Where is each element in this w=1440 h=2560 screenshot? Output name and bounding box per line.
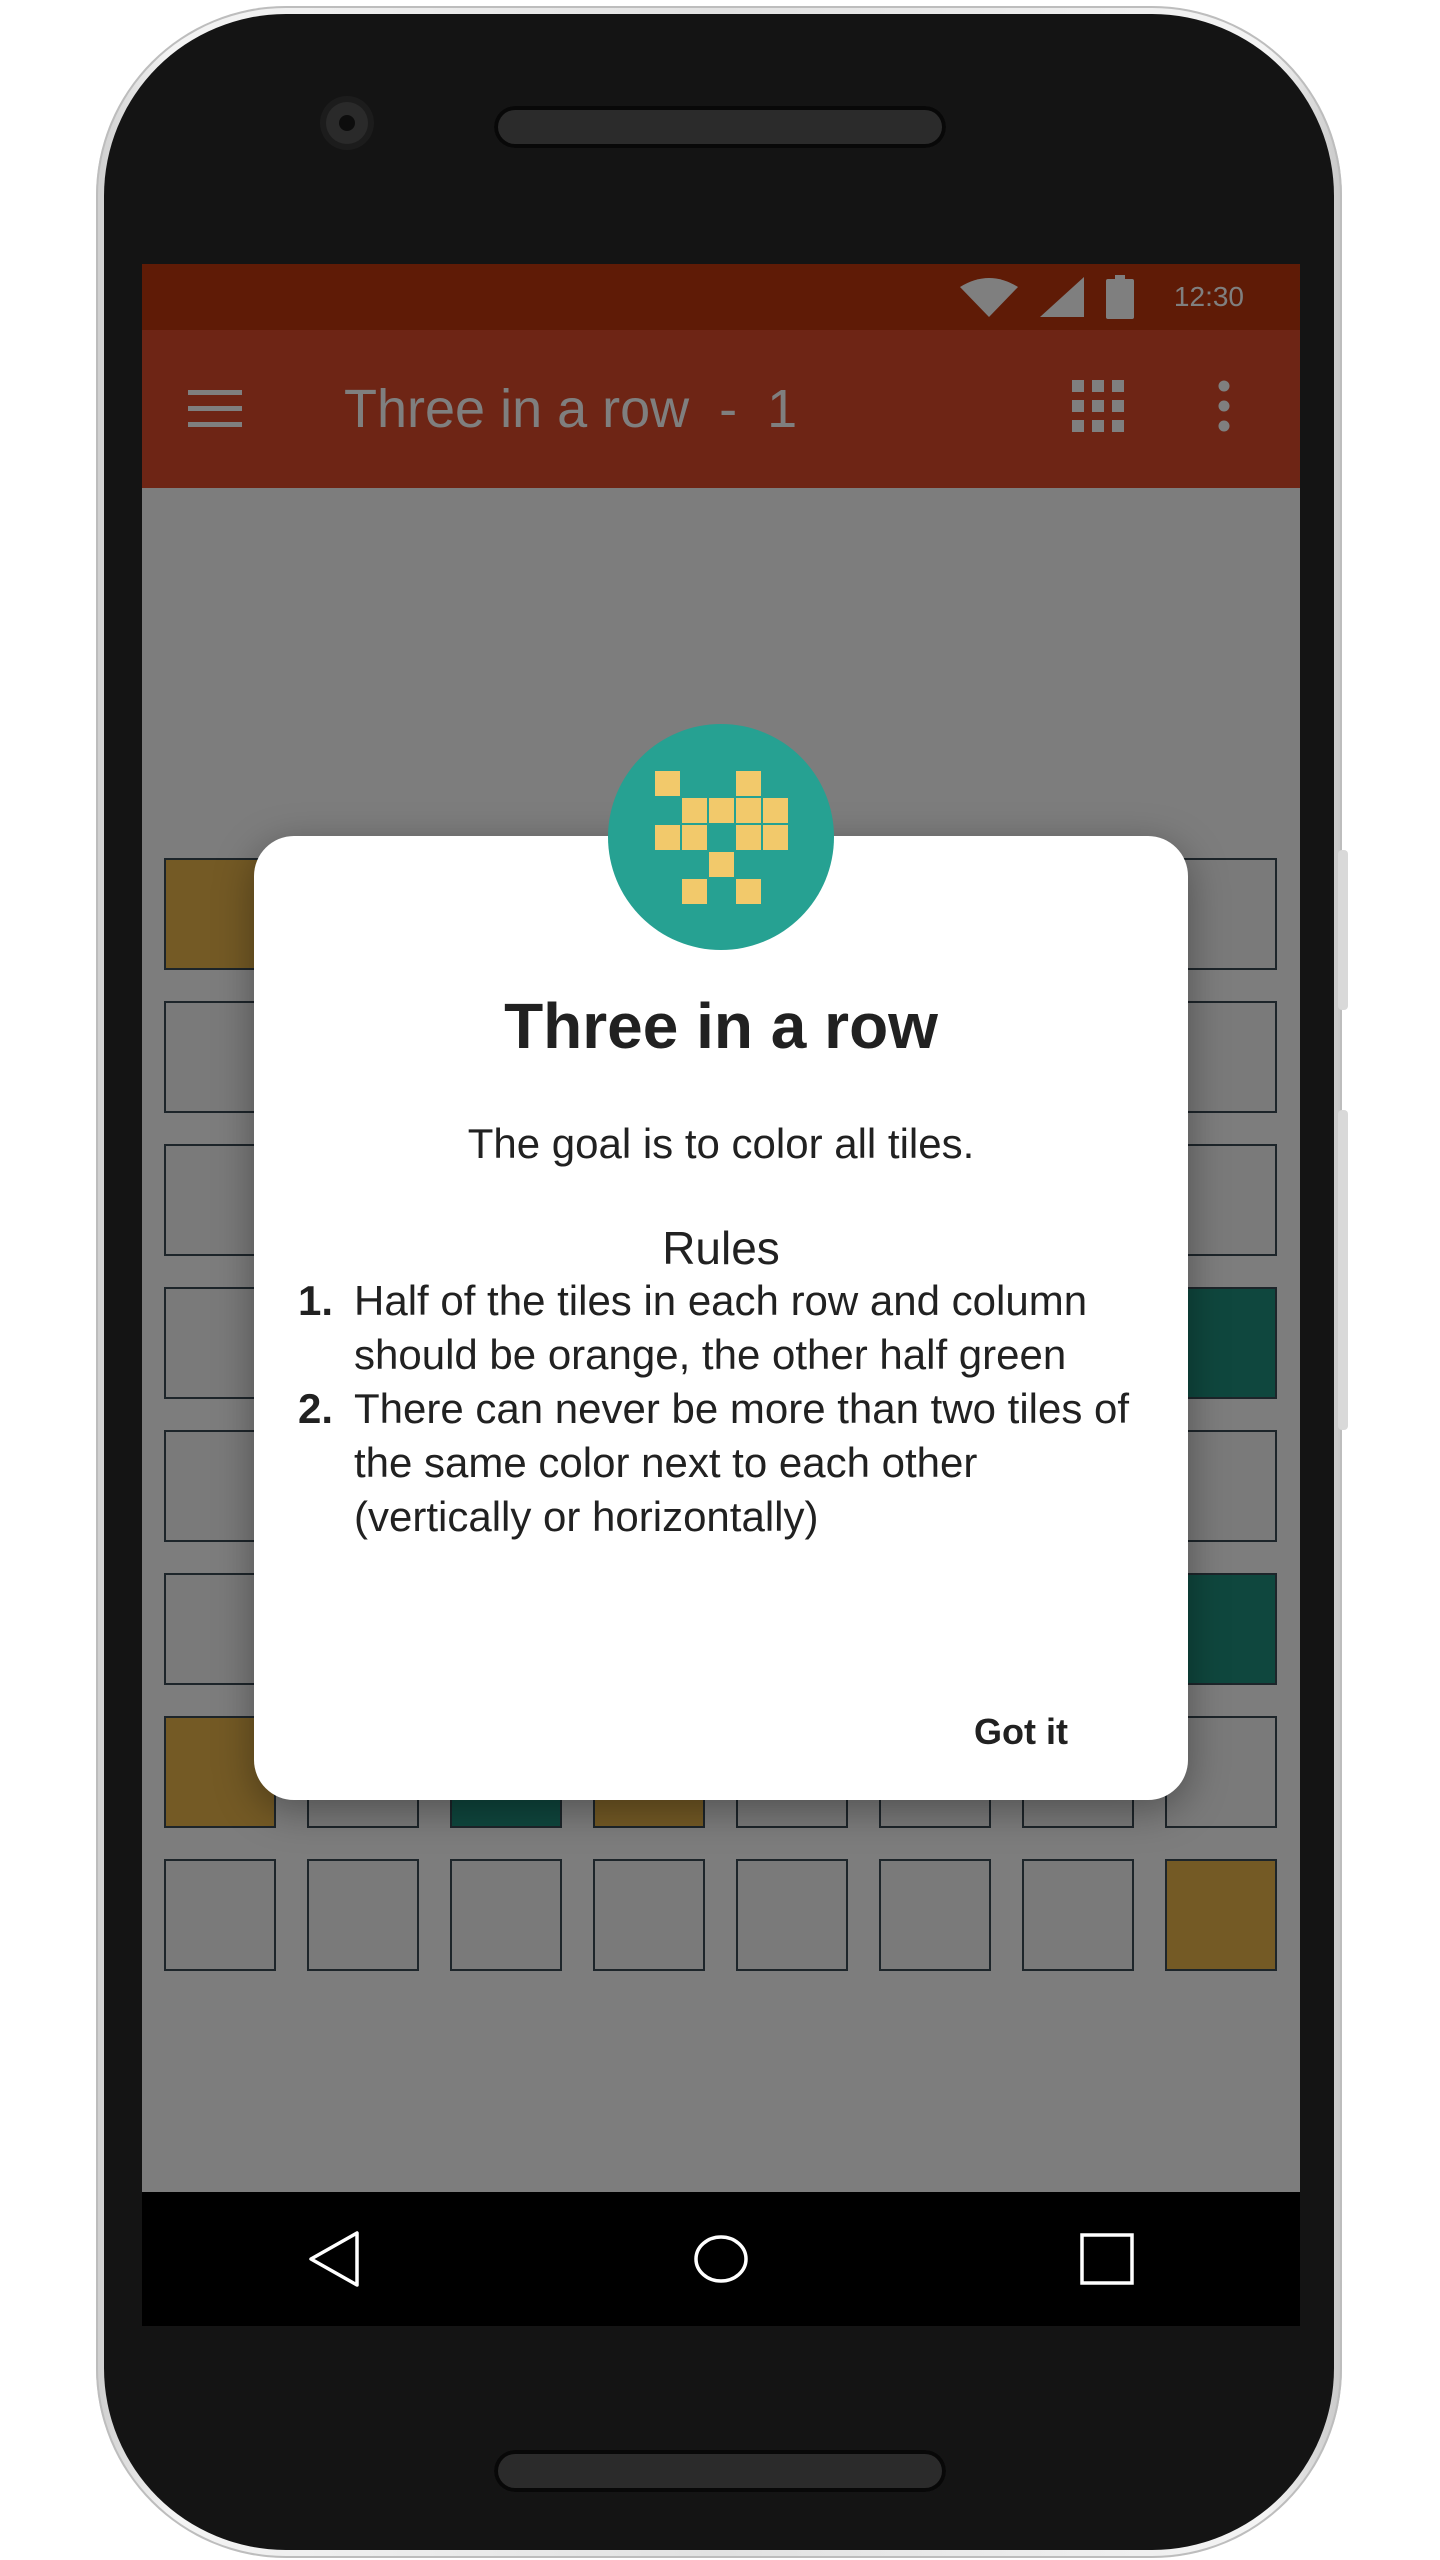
tiles-logo-icon (608, 724, 834, 950)
home-icon (694, 2235, 748, 2283)
back-icon (309, 2231, 359, 2287)
front-camera (326, 102, 368, 144)
volume-button (1338, 1110, 1348, 1430)
rule-number: 2. (298, 1385, 334, 1432)
rule-item: 1. Half of the tiles in each row and col… (298, 1274, 1158, 1382)
rules-list: 1. Half of the tiles in each row and col… (298, 1274, 1158, 1544)
rule-number: 1. (298, 1277, 334, 1324)
rule-text: Half of the tiles in each row and column… (354, 1277, 1088, 1378)
recents-icon (1080, 2233, 1134, 2285)
navigation-bar (142, 2192, 1300, 2326)
rule-text: There can never be more than two tiles o… (354, 1385, 1130, 1540)
dialog-goal-text: The goal is to color all tiles. (467, 1120, 975, 1167)
recents-button[interactable] (1052, 2204, 1162, 2314)
power-button (1338, 850, 1348, 1010)
home-button[interactable] (666, 2204, 776, 2314)
rules-heading: Rules (662, 1222, 780, 1274)
bottom-speaker (494, 2450, 946, 2492)
top-speaker (494, 106, 946, 148)
rule-item: 2. There can never be more than two tile… (298, 1382, 1158, 1544)
back-button[interactable] (280, 2204, 390, 2314)
got-it-button[interactable]: Got it (946, 1700, 1096, 1764)
dialog-title: Three in a row (504, 990, 938, 1062)
